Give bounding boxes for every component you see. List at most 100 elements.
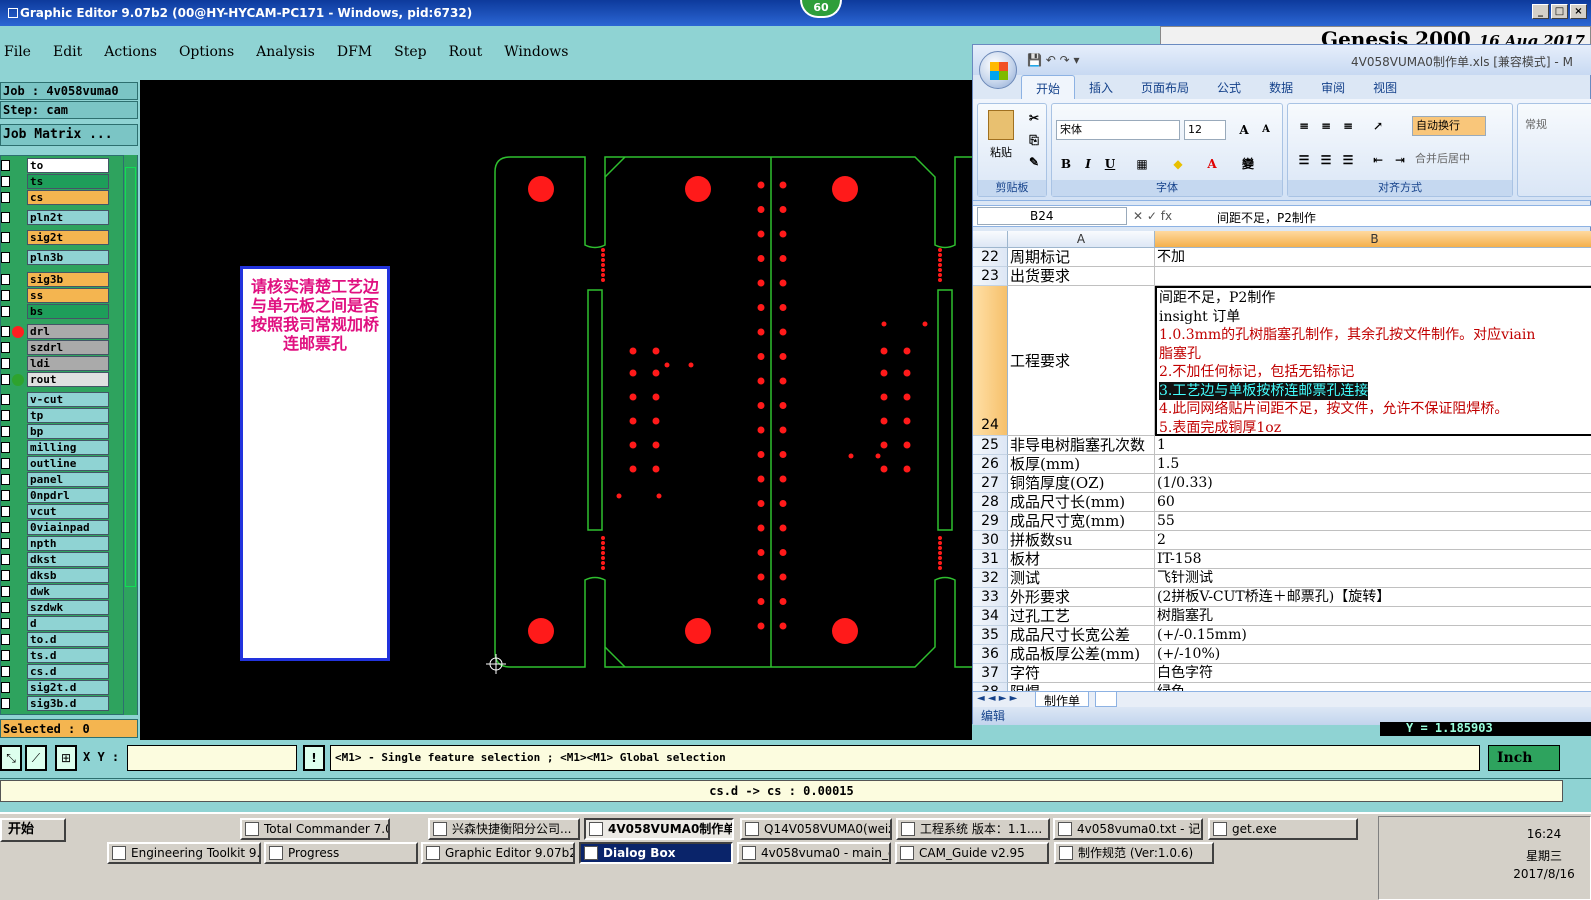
alert-icon[interactable]: !	[303, 745, 325, 771]
align-right-icon[interactable]: ☰	[1338, 150, 1358, 170]
border-icon[interactable]: ▦	[1132, 154, 1152, 174]
layer-row[interactable]: v-cut	[1, 392, 111, 407]
tab-insert[interactable]: 插入	[1075, 75, 1127, 99]
layer-checkbox[interactable]	[1, 698, 10, 709]
menu-step[interactable]: Step	[394, 44, 426, 60]
layer-checkbox[interactable]	[1, 458, 10, 469]
layer-checkbox[interactable]	[1, 426, 10, 437]
layer-checkbox[interactable]	[1, 666, 10, 677]
cell-a[interactable]: 工程要求	[1008, 286, 1155, 436]
increase-indent-icon[interactable]: ⇥	[1390, 150, 1410, 170]
font-size-select[interactable]: 12	[1184, 120, 1226, 140]
shrink-font-icon[interactable]: A	[1256, 120, 1276, 140]
font-name-select[interactable]: 宋体	[1056, 120, 1180, 140]
layer-name[interactable]: outline	[27, 456, 109, 471]
row-header[interactable]: 32	[973, 569, 1008, 588]
align-bottom-icon[interactable]: ≡	[1338, 116, 1358, 136]
taskbar-button[interactable]: Engineering Toolkit 9.07...	[107, 842, 261, 864]
layer-name[interactable]: dwk	[27, 584, 109, 599]
layer-name[interactable]: v-cut	[27, 392, 109, 407]
font-color-icon[interactable]: A	[1202, 154, 1222, 174]
layer-row[interactable]: sig2t	[1, 230, 111, 245]
cell-b[interactable]: 1.5	[1155, 455, 1591, 474]
cell-a[interactable]: 成品尺寸宽(mm)	[1008, 512, 1155, 531]
zoom-icon[interactable]: ⤡	[0, 745, 22, 771]
layer-row[interactable]: sig3b.d	[1, 696, 111, 711]
layer-checkbox[interactable]	[1, 394, 10, 405]
layer-row[interactable]: ss	[1, 288, 111, 303]
cell-a[interactable]: 过孔工艺	[1008, 607, 1155, 626]
layer-name[interactable]: sig2t	[27, 230, 109, 245]
layer-row[interactable]: bs	[1, 304, 111, 319]
format-painter-icon[interactable]: ✎	[1024, 152, 1044, 172]
scrollbar-thumb[interactable]	[125, 167, 136, 587]
layer-name[interactable]: 0viainpad	[27, 520, 109, 535]
layer-name[interactable]: szdwk	[27, 600, 109, 615]
layer-checkbox[interactable]	[1, 176, 10, 187]
cell-a[interactable]: 板材	[1008, 550, 1155, 569]
cell-b[interactable]: 白色字符	[1155, 664, 1591, 683]
layer-name[interactable]: drl	[27, 324, 109, 339]
row-header[interactable]: 37	[973, 664, 1008, 683]
row-header[interactable]: 33	[973, 588, 1008, 607]
layer-name[interactable]: rout	[27, 372, 109, 387]
taskbar-button[interactable]: 工程系统 版本：1.1....	[896, 818, 1050, 840]
cell-b[interactable]: 2	[1155, 531, 1591, 550]
underline-icon[interactable]: U	[1100, 154, 1120, 174]
cell-a[interactable]: 板厚(mm)	[1008, 455, 1155, 474]
menu-analysis[interactable]: Analysis	[256, 44, 315, 60]
menu-dfm[interactable]: DFM	[337, 44, 372, 60]
layer-checkbox[interactable]	[1, 602, 10, 613]
fill-color-icon[interactable]: ◆	[1168, 154, 1188, 174]
italic-icon[interactable]: I	[1078, 154, 1098, 174]
tab-review[interactable]: 审阅	[1307, 75, 1359, 99]
menu-rout[interactable]: Rout	[449, 44, 483, 60]
taskbar-button[interactable]: CAM_Guide v2.95	[895, 842, 1049, 864]
taskbar-button[interactable]: Total Commander 7.0 p...	[240, 818, 390, 840]
menu-windows[interactable]: Windows	[504, 44, 568, 60]
taskbar-button[interactable]: get.exe	[1208, 818, 1358, 840]
layer-row[interactable]: dksb	[1, 568, 111, 583]
layer-row[interactable]: rout	[1, 372, 111, 387]
tab-formulas[interactable]: 公式	[1203, 75, 1255, 99]
taskbar-button[interactable]: Graphic Editor 9.07b2 (0...	[421, 842, 575, 864]
layer-checkbox[interactable]	[1, 342, 10, 353]
start-button[interactable]: 开始	[0, 818, 66, 842]
layer-row[interactable]: szdrl	[1, 340, 111, 355]
row-header[interactable]: 34	[973, 607, 1008, 626]
layer-row[interactable]: cs.d	[1, 664, 111, 679]
taskbar-button[interactable]: 4V058VUMA0制作单....	[584, 818, 734, 840]
layer-name[interactable]: 0npdrl	[27, 488, 109, 503]
layer-checkbox[interactable]	[1, 160, 10, 171]
layer-name[interactable]: pln2t	[27, 210, 109, 225]
layer-name[interactable]: pln3b	[27, 250, 109, 265]
cell-b[interactable]: (1/0.33)	[1155, 474, 1591, 493]
row-header[interactable]: 31	[973, 550, 1008, 569]
layer-checkbox[interactable]	[1, 290, 10, 301]
tab-page-layout[interactable]: 页面布局	[1127, 75, 1203, 99]
layer-row[interactable]: tp	[1, 408, 111, 423]
cell-a[interactable]: 阻焊	[1008, 683, 1155, 691]
phonetic-icon[interactable]: 變	[1238, 154, 1258, 174]
layer-checkbox[interactable]	[1, 634, 10, 645]
taskbar-button[interactable]: 4v058vuma0 - main_qa	[737, 842, 891, 864]
layer-checkbox[interactable]	[1, 252, 10, 263]
row-header[interactable]: 38	[973, 683, 1008, 691]
cell-b[interactable]: (+/-10%)	[1155, 645, 1591, 664]
layer-name[interactable]: to.d	[27, 632, 109, 647]
align-top-icon[interactable]: ≡	[1294, 116, 1314, 136]
layer-row[interactable]: 0viainpad	[1, 520, 111, 535]
cell-b[interactable]: 55	[1155, 512, 1591, 531]
layer-name[interactable]: ldi	[27, 356, 109, 371]
cell-b[interactable]: IT-158	[1155, 550, 1591, 569]
decrease-indent-icon[interactable]: ⇤	[1368, 150, 1388, 170]
cell-a[interactable]: 成品尺寸长(mm)	[1008, 493, 1155, 512]
layer-row[interactable]: ldi	[1, 356, 111, 371]
orientation-icon[interactable]: ↗	[1368, 116, 1388, 136]
formula-input[interactable]: 间距不足，P2制作	[1217, 209, 1316, 226]
layer-checkbox[interactable]	[1, 586, 10, 597]
layer-row[interactable]: 0npdrl	[1, 488, 111, 503]
row-header[interactable]: 23	[973, 267, 1008, 286]
taskbar-button[interactable]: 兴森快捷衡阳分公司...	[428, 818, 580, 840]
layer-row[interactable]: vcut	[1, 504, 111, 519]
